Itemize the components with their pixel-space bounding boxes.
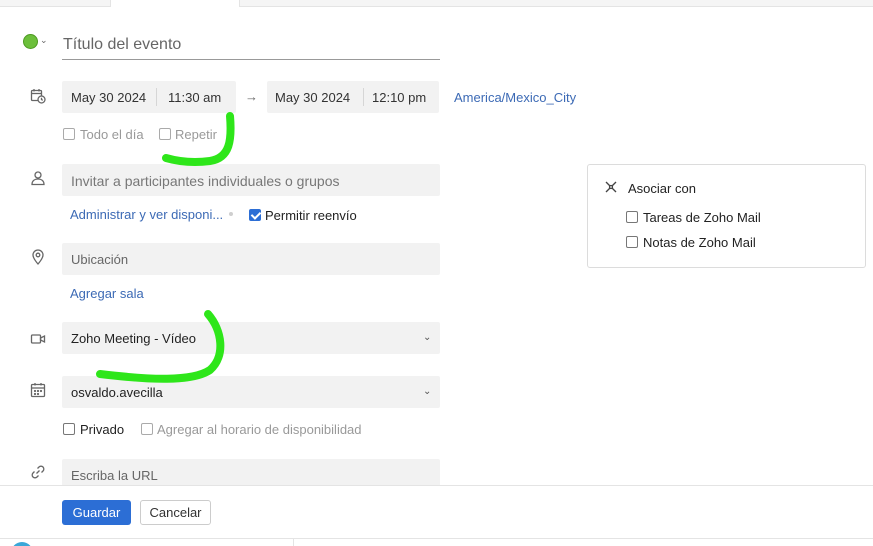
chevron-down-icon: ⌄ (423, 386, 432, 397)
save-button[interactable]: Guardar (62, 500, 131, 525)
start-time-value[interactable]: 11:30 am (168, 90, 221, 105)
event-color-picker[interactable] (23, 34, 38, 49)
cancel-button[interactable]: Cancelar (140, 500, 211, 525)
field-divider (156, 88, 157, 106)
calendar-icon (30, 382, 46, 398)
end-date-value[interactable]: May 30 2024 (275, 90, 350, 105)
all-day-checkbox[interactable] (63, 128, 75, 140)
event-title-input[interactable] (62, 30, 440, 60)
timezone-link[interactable]: America/Mexico_City (454, 90, 576, 105)
video-camera-icon (30, 331, 46, 347)
repeat-checkbox[interactable] (159, 128, 171, 140)
location-pin-icon (30, 249, 46, 265)
calendar-select[interactable]: osvaldo.avecilla ⌄ (62, 376, 440, 408)
availability-checkbox[interactable] (141, 423, 153, 435)
separator-dot (229, 212, 233, 216)
availability-label: Agregar al horario de disponibilidad (157, 422, 362, 437)
private-label: Privado (80, 422, 125, 437)
private-checkbox[interactable] (63, 423, 75, 435)
calendar-clock-icon (30, 88, 46, 104)
bottom-strip (0, 538, 873, 546)
meeting-select[interactable]: Zoho Meeting - Vídeo ⌄ (62, 322, 440, 354)
end-datetime-field: May 30 2024 12:10 pm (267, 81, 439, 113)
field-divider (363, 88, 364, 106)
arrow-right-icon: → (245, 89, 258, 104)
meeting-selected-value: Zoho Meeting - Vídeo (71, 331, 197, 346)
zoho-notes-checkbox[interactable] (626, 236, 638, 248)
participants-placeholder: Invitar a participantes individuales o g… (71, 173, 340, 189)
zoho-notes-label: Notas de Zoho Mail (643, 235, 756, 250)
calendar-selected-value: osvaldo.avecilla (71, 385, 163, 400)
person-icon (30, 170, 46, 186)
location-input[interactable]: Ubicación (62, 243, 440, 275)
location-placeholder: Ubicación (71, 252, 129, 267)
app-badge-icon[interactable] (11, 542, 33, 546)
manage-availability-link[interactable]: Administrar y ver disponi... (70, 207, 223, 222)
allow-forward-checkbox[interactable] (249, 209, 261, 221)
chevron-down-icon[interactable]: ⌄ (40, 35, 48, 46)
url-placeholder: Escriba la URL (71, 468, 158, 483)
end-time-value[interactable]: 12:10 pm (372, 90, 426, 105)
repeat-label: Repetir (175, 127, 217, 142)
active-tab[interactable] (110, 0, 240, 7)
zoho-tasks-label: Tareas de Zoho Mail (643, 210, 761, 225)
top-tab-bar (0, 0, 873, 7)
associate-icon (604, 180, 618, 194)
link-icon (30, 464, 46, 480)
start-datetime-field: May 30 2024 11:30 am (62, 81, 236, 113)
chevron-down-icon: ⌄ (423, 332, 432, 343)
associate-title: Asociar con (628, 181, 696, 196)
add-room-link[interactable]: Agregar sala (70, 286, 144, 301)
allow-forward-label: Permitir reenvío (265, 208, 357, 223)
zoho-tasks-checkbox[interactable] (626, 211, 638, 223)
all-day-label: Todo el día (80, 127, 144, 142)
start-date-value[interactable]: May 30 2024 (71, 90, 146, 105)
bottom-divider (293, 539, 294, 546)
participants-input[interactable]: Invitar a participantes individuales o g… (62, 164, 440, 196)
